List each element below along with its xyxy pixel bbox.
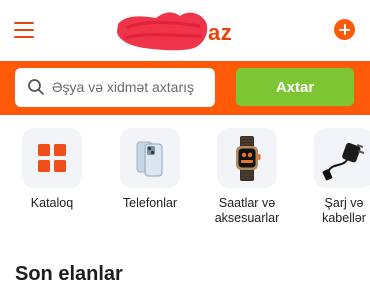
logo-suffix: az: [208, 20, 233, 45]
app-page: az Axtar Kataloq: [0, 0, 370, 293]
category-phones[interactable]: Telefonlar: [105, 128, 195, 211]
category-label: Telefonlar: [122, 196, 178, 210]
grid-icon: [38, 144, 66, 172]
plus-circle-icon[interactable]: [334, 19, 355, 40]
category-tile: [217, 128, 277, 188]
search-band: Axtar: [0, 61, 370, 115]
search-box[interactable]: [15, 68, 215, 107]
category-tile: [314, 128, 370, 188]
category-strip: Kataloq Telefonlar Saatlar və aksesuarla…: [0, 115, 370, 240]
search-icon: [28, 79, 44, 95]
category-label: Saatlar və aksesuarlar: [214, 196, 280, 225]
top-bar: az: [0, 0, 370, 60]
watch-icon: [236, 136, 261, 181]
charger-cable-icon: [322, 142, 365, 181]
category-catalog[interactable]: Kataloq: [7, 128, 97, 211]
category-chargers[interactable]: Şarj və kabellər: [299, 128, 370, 226]
search-input[interactable]: [52, 77, 206, 97]
hamburger-menu-icon[interactable]: [14, 20, 36, 40]
search-button[interactable]: Axtar: [236, 68, 354, 106]
site-logo[interactable]: az: [114, 6, 244, 54]
category-label: Şarj və kabellər: [322, 196, 366, 225]
logo-redacted-scribble: [117, 12, 208, 51]
category-watches[interactable]: Saatlar və aksesuarlar: [202, 128, 292, 226]
section-title-recent-listings: Son elanlar: [15, 263, 123, 285]
category-tile: [120, 128, 180, 188]
category-tile: [22, 128, 82, 188]
category-label: Kataloq: [30, 196, 74, 210]
phone-icon: [136, 141, 163, 177]
